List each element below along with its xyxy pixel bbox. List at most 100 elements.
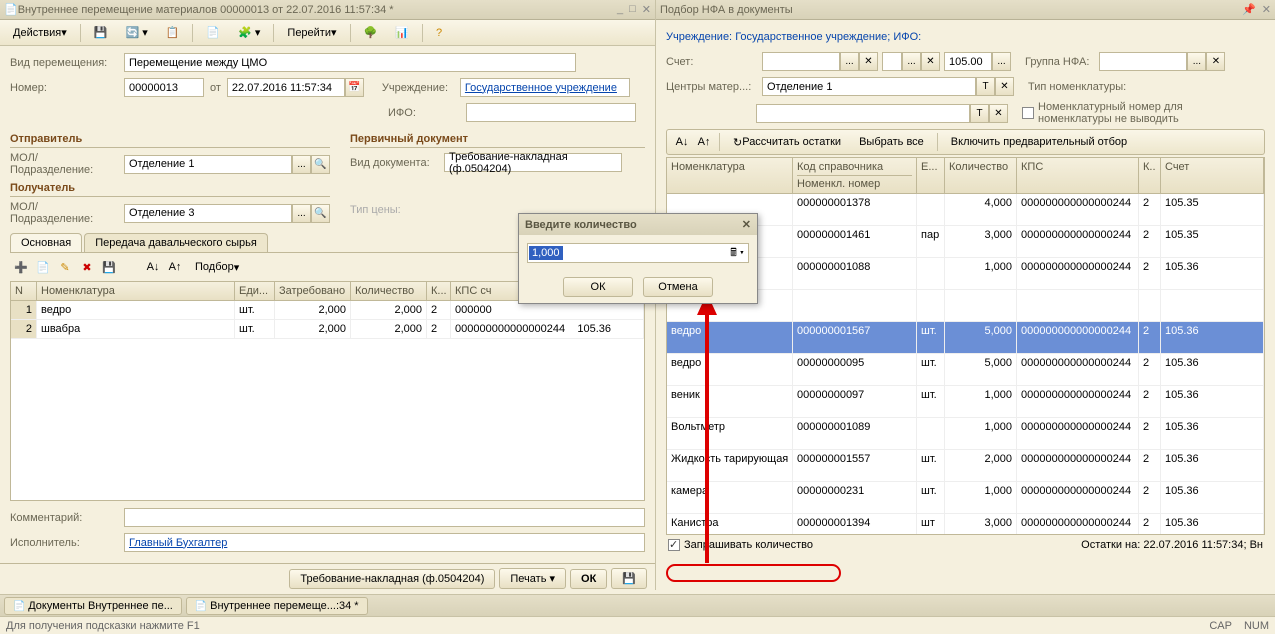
request-qty-checkbox[interactable] [668, 539, 680, 551]
sender-search-icon[interactable]: 🔍 [311, 155, 330, 174]
cent-t[interactable]: T [976, 77, 995, 96]
sender-sel-icon[interactable]: ... [292, 155, 311, 174]
col-nom[interactable]: Номенклатура [37, 282, 235, 300]
modal-title: Введите количество [525, 219, 637, 231]
tb-save-icon[interactable]: 💾 [87, 23, 115, 43]
receiver-mol-input[interactable]: Отделение 3 [124, 204, 292, 223]
rcol-nom[interactable]: Номенклатура [667, 158, 793, 193]
col-n[interactable]: N [11, 282, 37, 300]
table-row[interactable]: Вольтметр0000000010891,00000000000000000… [667, 418, 1264, 450]
task-item-2[interactable]: 📄 Внутреннее перемеще...:34 * [186, 597, 368, 615]
col-req[interactable]: Затребовано [275, 282, 351, 300]
rcol-e[interactable]: Е... [917, 158, 945, 193]
tb-post-icon[interactable]: 📋 [159, 23, 187, 43]
centers-input[interactable]: Отделение 1 [762, 77, 976, 96]
ok-button[interactable]: ОК [570, 569, 607, 589]
move-up-icon[interactable] [122, 258, 140, 276]
grp-sel[interactable]: ... [1187, 52, 1206, 71]
rcol-qty[interactable]: Количество [945, 158, 1017, 193]
right-close-icon[interactable]: ✕ [1262, 3, 1271, 16]
table-row[interactable]: 2швабрашт.2,0002,0002000000000000000244 … [11, 320, 644, 339]
add-icon[interactable]: ➕ [12, 258, 30, 276]
sort-desc-icon[interactable]: A↑ [166, 258, 184, 276]
col-unit[interactable]: Еди... [235, 282, 275, 300]
col-k[interactable]: К... [427, 282, 451, 300]
extra-input[interactable] [756, 104, 970, 123]
acc-sel2[interactable]: ... [902, 52, 921, 71]
tb-help-icon[interactable]: ? [429, 23, 449, 43]
qty-input[interactable]: 1,000🖩 ▾ [527, 243, 749, 263]
rcol-kps[interactable]: КПС [1017, 158, 1139, 193]
save-row-icon[interactable]: 💾 [100, 258, 118, 276]
executor-input[interactable]: Главный Бухгалтер [124, 533, 645, 552]
acc-sel1[interactable]: ... [840, 52, 859, 71]
right-org[interactable]: Учреждение: Государственное учреждение; … [666, 31, 921, 43]
prefilter-button[interactable]: Включить предварительный отбор [944, 132, 1134, 152]
account-input1[interactable] [762, 52, 840, 71]
tb-tree-icon[interactable]: 🌳 [357, 23, 385, 43]
cent-x[interactable]: ✕ [995, 77, 1014, 96]
tab-transfer[interactable]: Передача давальческого сырья [84, 233, 268, 252]
comment-input[interactable] [124, 508, 645, 527]
podbor-button[interactable]: Подбор ▾ [188, 257, 246, 277]
rcol-code[interactable]: Код справочникаНоменкл. номер [793, 158, 917, 193]
copy-row-icon[interactable]: 📄 [34, 258, 52, 276]
rcol-k[interactable]: К.. [1139, 158, 1161, 193]
modal-close-icon[interactable]: ✕ [742, 218, 751, 231]
right-title: Подбор НФА в документы [660, 4, 793, 16]
nomcode-checkbox[interactable] [1022, 107, 1034, 119]
account-input2[interactable] [882, 52, 902, 71]
recalc-button[interactable]: ↻ Рассчитать остатки [726, 132, 848, 152]
modal-cancel-button[interactable]: Отмена [643, 277, 713, 297]
group-input[interactable] [1099, 52, 1187, 71]
save-footer-icon[interactable]: 💾 [611, 568, 647, 589]
table-row[interactable]: камера00000000231шт.1,000000000000000000… [667, 482, 1264, 514]
doc-type-input[interactable]: Требование-накладная (ф.0504204) [444, 153, 622, 172]
table-row[interactable]: Канистра000000001394шт3,0000000000000000… [667, 514, 1264, 535]
org-input[interactable]: Государственное учреждение [460, 78, 630, 97]
select-all-button[interactable]: Выбрать все [852, 132, 931, 152]
tb-refresh-icon[interactable]: 🔄 ▾ [118, 23, 154, 43]
left-grid[interactable]: N Номенклатура Еди... Затребовано Количе… [10, 281, 645, 501]
acc-x2[interactable]: ✕ [921, 52, 940, 71]
delete-icon[interactable]: ✖ [78, 258, 96, 276]
tb-report-icon[interactable]: 📊 [388, 23, 416, 43]
print-button[interactable]: Печать ▾ [499, 568, 566, 589]
date-picker-icon[interactable]: 📅 [345, 78, 364, 97]
receiver-search-icon[interactable]: 🔍 [311, 204, 330, 223]
modal-ok-button[interactable]: ОК [563, 277, 633, 297]
ex-x[interactable]: ✕ [989, 104, 1008, 123]
sort-desc-icon[interactable]: A↑ [695, 133, 713, 151]
rcol-acc[interactable]: Счет [1161, 158, 1264, 193]
sort-asc-icon[interactable]: A↓ [144, 258, 162, 276]
account-value[interactable]: 105.00 [944, 52, 992, 71]
table-row[interactable]: веник00000000097шт.1,0000000000000000002… [667, 386, 1264, 418]
edit-icon[interactable]: ✎ [56, 258, 74, 276]
ex-t[interactable]: T [970, 104, 989, 123]
move-type-input[interactable]: Перемещение между ЦМО [124, 53, 576, 72]
table-row[interactable]: ведро00000000095шт.5,0000000000000000002… [667, 354, 1264, 386]
table-row[interactable]: Жидкость тарирующая000000001557шт.2,0000… [667, 450, 1264, 482]
tb-copy-icon[interactable]: 📄 [199, 23, 227, 43]
sender-mol-input[interactable]: Отделение 1 [124, 155, 292, 174]
ifo-input[interactable] [466, 103, 636, 122]
acc-x1[interactable]: ✕ [859, 52, 878, 71]
maximize-icon[interactable]: □ [629, 3, 636, 16]
footer-doc-button[interactable]: Требование-накладная (ф.0504204) [289, 569, 495, 589]
minimize-icon[interactable]: _ [617, 3, 623, 16]
receiver-sel-icon[interactable]: ... [292, 204, 311, 223]
tb-struct-icon[interactable]: 🧩 ▾ [231, 23, 267, 43]
grp-x[interactable]: ✕ [1206, 52, 1225, 71]
close-icon[interactable]: ✕ [642, 3, 651, 16]
task-item-1[interactable]: 📄 Документы Внутреннее пе... [4, 597, 182, 615]
right-pin-icon[interactable]: 📌 [1242, 3, 1256, 16]
number-input[interactable]: 00000013 [124, 78, 204, 97]
goto-menu[interactable]: Перейти ▾ [280, 23, 343, 43]
col-qty[interactable]: Количество [351, 282, 427, 300]
actions-menu[interactable]: Действия ▾ [6, 23, 74, 43]
acc-sel3[interactable]: ... [992, 52, 1011, 71]
table-row[interactable]: ведро000000001567шт.5,000000000000000000… [667, 322, 1264, 354]
tab-main[interactable]: Основная [10, 233, 82, 252]
date-input[interactable]: 22.07.2016 11:57:34 [227, 78, 345, 97]
sort-asc-icon[interactable]: A↓ [673, 133, 691, 151]
